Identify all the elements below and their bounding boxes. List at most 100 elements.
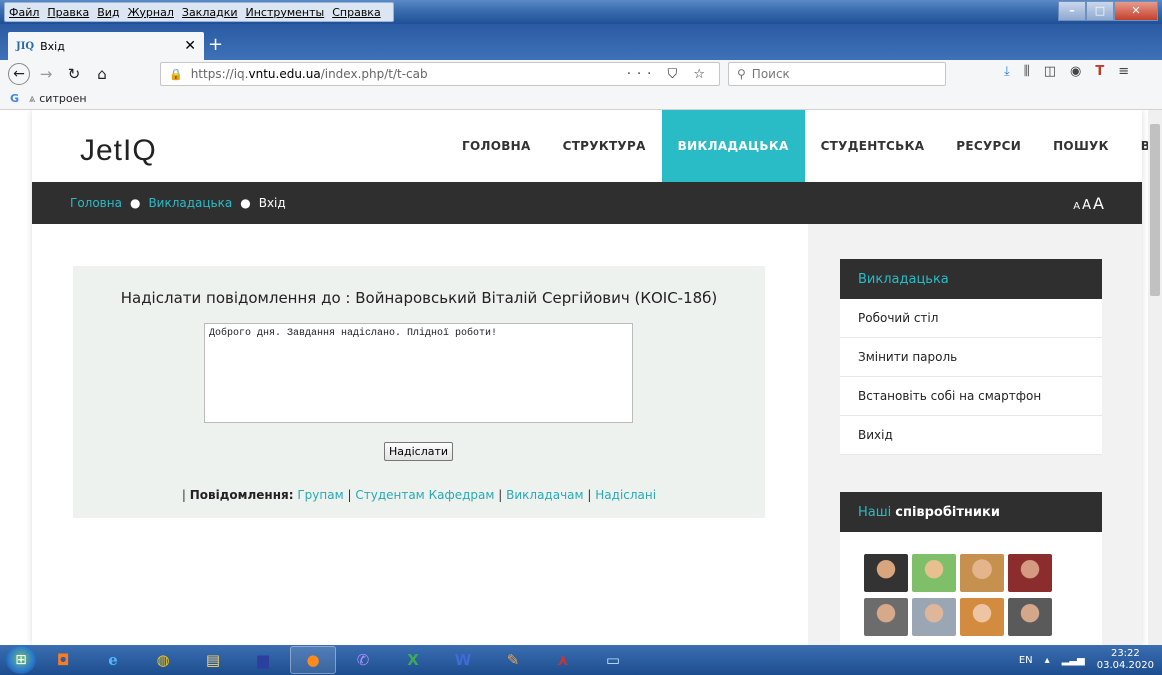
nav-structure[interactable]: СТРУКТУРА — [547, 110, 662, 182]
site-favicon-icon: JIQ — [16, 40, 35, 52]
save-app-icon[interactable]: ▆ — [240, 646, 286, 674]
site-logo[interactable]: JetIQ — [80, 134, 157, 168]
staff-photo[interactable] — [960, 554, 1004, 592]
chrome-icon[interactable]: ◍ — [140, 646, 186, 674]
account-icon[interactable]: ◉ — [1070, 64, 1081, 79]
staff-photo[interactable] — [1008, 598, 1052, 636]
sidebar-item-install-app[interactable]: Встановіть собі на смартфон — [840, 377, 1102, 416]
search-placeholder: Поиск — [751, 67, 790, 81]
clock[interactable]: 23:22 03.04.2020 — [1097, 648, 1154, 672]
window-controls: – □ ✕ — [1058, 1, 1158, 21]
forward-button[interactable]: → — [34, 62, 58, 86]
nav-student[interactable]: СТУДЕНТСЬКА — [805, 110, 941, 182]
tab-title: Вхід — [40, 39, 65, 53]
link-sent[interactable]: Надіслані — [595, 488, 656, 502]
maximize-button[interactable]: □ — [1086, 1, 1114, 21]
file-explorer-icon[interactable]: ▤ — [190, 646, 236, 674]
link-teachers[interactable]: Викладачам — [506, 488, 583, 502]
link-groups[interactable]: Групам — [297, 488, 343, 502]
sidebar-teacher-title: Викладацька — [840, 259, 1102, 299]
language-indicator[interactable]: EN — [1019, 655, 1033, 666]
breadcrumb-section[interactable]: Викладацька — [148, 196, 232, 210]
word-icon[interactable]: W — [440, 646, 486, 674]
staff-photo[interactable] — [912, 554, 956, 592]
tab-active[interactable]: JIQ Вхід ✕ — [8, 32, 204, 60]
app-icon-o[interactable]: ◘ — [40, 646, 86, 674]
page-scrollbar[interactable] — [1148, 110, 1162, 645]
menu-history[interactable]: Журнал — [128, 6, 174, 19]
menu-bar: Файл Правка Вид Журнал Закладки Инструме… — [4, 2, 394, 22]
link-departments[interactable]: Кафедрам — [429, 488, 495, 502]
breadcrumb-separator: ● — [240, 196, 251, 210]
nav-home[interactable]: ГОЛОВНА — [446, 110, 547, 182]
paint-icon[interactable]: ✎ — [490, 646, 536, 674]
taskbar: ⊞ ◘ e ◍ ▤ ▆ ● ✆ X W ✎ ⋏ ▭ EN ▴ ▂▃▅ 23:22… — [0, 645, 1162, 675]
address-bar[interactable]: 🔒 https://iq.vntu.edu.ua/index.php/t/t-c… — [160, 62, 720, 86]
media-icon[interactable]: ▭ — [590, 646, 636, 674]
staff-photo[interactable] — [864, 554, 908, 592]
menu-tools[interactable]: Инструменты — [246, 6, 325, 19]
search-icon: ⚲ — [737, 67, 746, 81]
font-size-medium[interactable]: A — [1082, 198, 1091, 213]
address-url: https://iq.vntu.edu.ua/index.php/t/t-cab — [190, 67, 428, 81]
staff-photo[interactable] — [960, 598, 1004, 636]
message-textarea[interactable]: Доброго дня. Завдання надіслано. Плідної… — [204, 323, 633, 423]
nav-resources[interactable]: РЕСУРСИ — [940, 110, 1037, 182]
send-button[interactable]: Надіслати — [384, 442, 453, 461]
message-panel: Надіслати повідомлення до : Войнаровськи… — [73, 266, 765, 518]
sidebar-icon[interactable]: ◫ — [1044, 64, 1056, 79]
nav-search[interactable]: ПОШУК — [1037, 110, 1125, 182]
message-title: Надіслати повідомлення до : Войнаровськи… — [120, 289, 718, 307]
reload-button[interactable]: ↻ — [62, 62, 86, 86]
sidebar-item-desktop[interactable]: Робочий стіл — [840, 299, 1102, 338]
link-students[interactable]: Студентам — [355, 488, 424, 502]
signal-icon[interactable]: ▂▃▅ — [1062, 655, 1085, 666]
search-input[interactable]: ⚲ Поиск — [728, 62, 946, 86]
sidebar-item-change-password[interactable]: Змінити пароль — [840, 338, 1102, 377]
breadcrumb: Головна ● Викладацька ● Вхід AAA — [32, 182, 1142, 224]
menu-view[interactable]: Вид — [97, 6, 119, 19]
staff-photos — [864, 554, 1052, 636]
minimize-button[interactable]: – — [1058, 1, 1086, 21]
citroen-icon: ⩓ — [29, 91, 36, 105]
breadcrumb-home[interactable]: Головна — [70, 196, 122, 210]
messages-label: Повідомлення: — [189, 488, 294, 502]
bookmark-citroen[interactable]: ⩓ ситроен — [29, 92, 87, 106]
breadcrumb-current: Вхід — [258, 196, 286, 210]
tray-expand-icon[interactable]: ▴ — [1045, 655, 1050, 666]
firefox-icon[interactable]: ● — [290, 646, 336, 674]
close-window-button[interactable]: ✕ — [1114, 1, 1158, 21]
nav-teacher[interactable]: ВИКЛАДАЦЬКА — [661, 110, 805, 182]
menu-help[interactable]: Справка — [332, 6, 380, 19]
staff-photo[interactable] — [864, 598, 908, 636]
system-tray: EN ▴ ▂▃▅ 23:22 03.04.2020 — [1019, 645, 1154, 675]
back-button[interactable]: ← — [8, 63, 30, 85]
menu-icon[interactable]: ≡ — [1118, 64, 1129, 79]
translate-icon[interactable]: T — [1095, 64, 1104, 79]
close-tab-icon[interactable]: ✕ — [184, 38, 196, 54]
font-size-large[interactable]: A — [1093, 194, 1104, 213]
menu-edit[interactable]: Правка — [47, 6, 89, 19]
pdf-reader-icon[interactable]: ⋏ — [540, 646, 586, 674]
scrollbar-thumb[interactable] — [1150, 124, 1160, 296]
library-icon[interactable]: ⫼ — [1024, 64, 1030, 79]
sidebar-teacher-menu: Викладацька Робочий стіл Змінити пароль … — [840, 259, 1102, 455]
sidebar-staff-title: Наші співробітники — [840, 492, 1102, 532]
page-actions-icon[interactable]: ··· ⛉ ☆ — [627, 67, 711, 82]
google-icon[interactable]: G — [10, 92, 19, 105]
download-icon[interactable]: ⤓ — [1004, 64, 1010, 79]
staff-photo[interactable] — [1008, 554, 1052, 592]
menu-file[interactable]: Файл — [9, 6, 39, 19]
new-tab-button[interactable]: + — [208, 34, 223, 55]
main-navigation: ГОЛОВНА СТРУКТУРА ВИКЛАДАЦЬКА СТУДЕНТСЬК… — [446, 110, 1162, 182]
start-button[interactable]: ⊞ — [6, 646, 36, 674]
message-links: | Повідомлення: Групам | Студентам Кафед… — [181, 488, 657, 502]
excel-icon[interactable]: X — [390, 646, 436, 674]
sidebar-item-exit[interactable]: Вихід — [840, 416, 1102, 455]
menu-bookmarks[interactable]: Закладки — [182, 6, 238, 19]
font-size-small[interactable]: A — [1073, 201, 1080, 212]
staff-photo[interactable] — [912, 598, 956, 636]
viber-icon[interactable]: ✆ — [340, 646, 386, 674]
home-button[interactable]: ⌂ — [90, 62, 114, 86]
internet-explorer-icon[interactable]: e — [90, 646, 136, 674]
